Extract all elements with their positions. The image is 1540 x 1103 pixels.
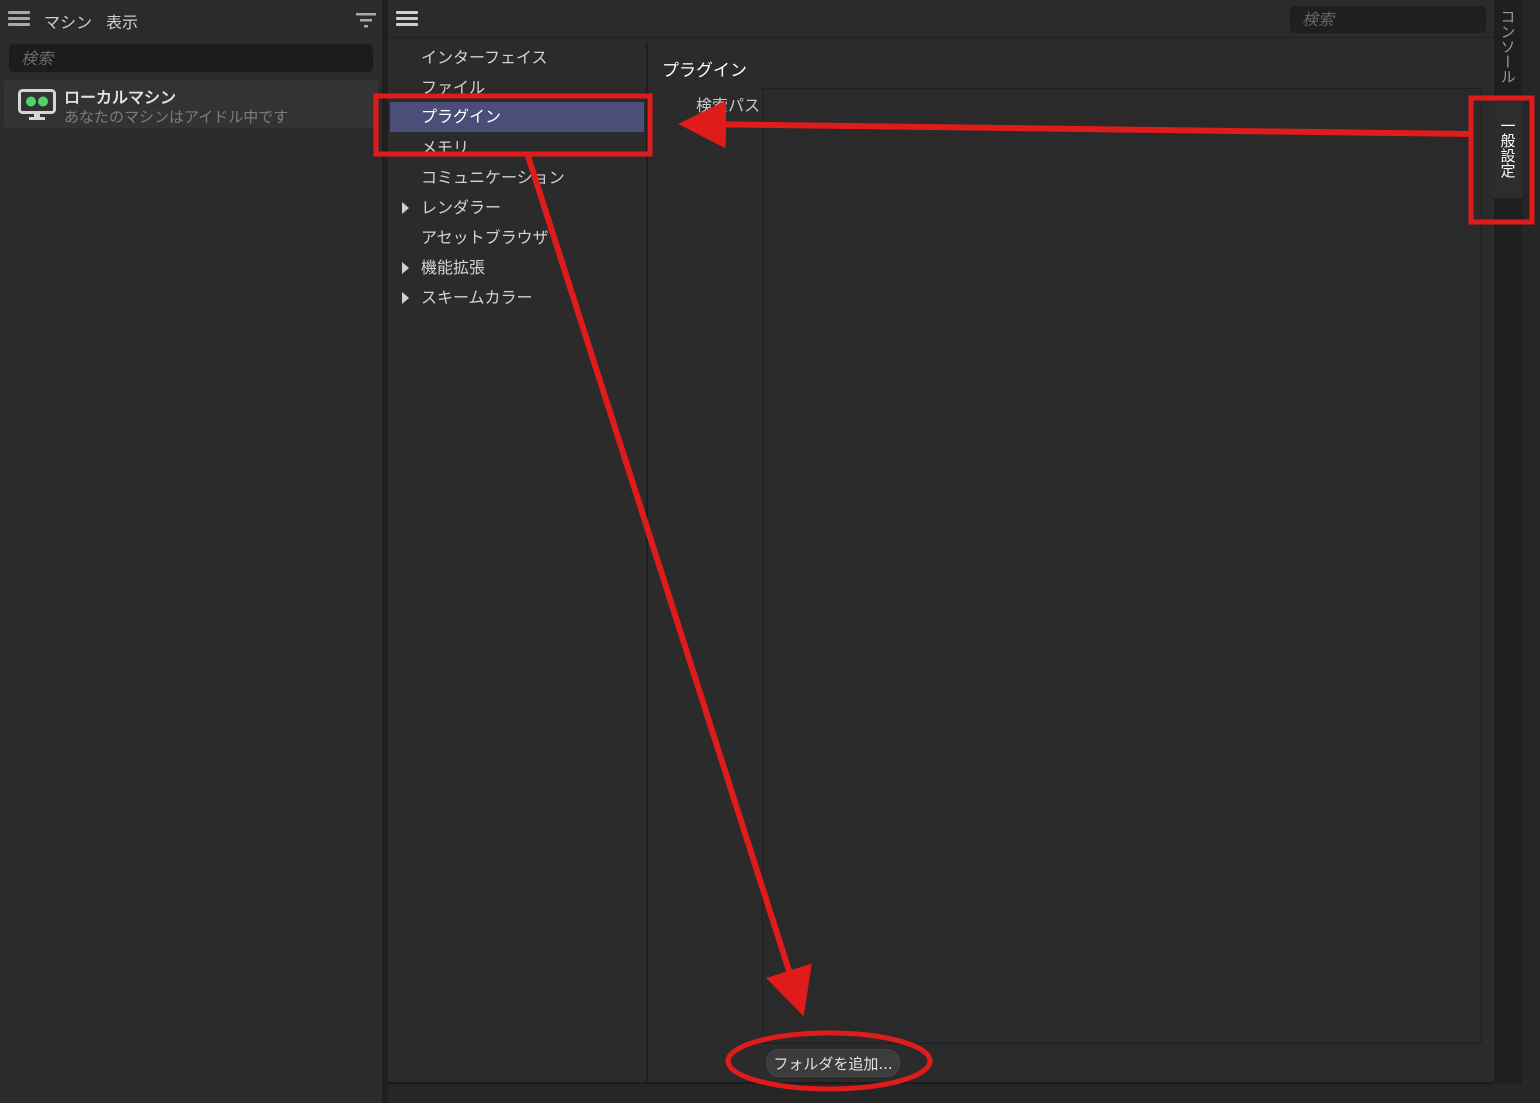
category-extensions[interactable]: 機能拡張 (388, 253, 646, 283)
machine-list-item[interactable]: ローカルマシン あなたのマシンはアイドル中です (4, 80, 378, 128)
tab-label: コンソール (1498, 8, 1517, 84)
category-label: ファイル (421, 78, 486, 97)
category-interface[interactable]: インターフェイス (388, 43, 646, 73)
category-label: アセットブラウザ (421, 228, 549, 247)
category-communication[interactable]: コミュニケーション (388, 163, 646, 193)
side-tab-strip: コンソール 一般設定 (1494, 0, 1522, 1084)
category-scheme-colors[interactable]: スキームカラー (388, 283, 646, 313)
machine-status: あなたのマシンはアイドル中です (64, 108, 289, 126)
expand-arrow-icon[interactable] (402, 202, 409, 214)
tab-general-settings[interactable]: 一般設定 (1494, 98, 1522, 198)
category-renderer[interactable]: レンダラー (388, 193, 646, 223)
machine-panel-toolbar: マシン 表示 (0, 0, 382, 38)
settings-window: インターフェイス ファイル プラグイン メモリ コミュニケーション レンダラー … (388, 0, 1494, 1084)
machine-search-input[interactable] (9, 44, 373, 72)
hamburger-menu-icon[interactable] (8, 11, 30, 27)
settings-category-list: インターフェイス ファイル プラグイン メモリ コミュニケーション レンダラー … (388, 42, 648, 1082)
category-files[interactable]: ファイル (388, 73, 646, 103)
page-title: プラグイン (662, 61, 747, 81)
settings-search-input[interactable] (1290, 6, 1486, 33)
machine-panel: マシン 表示 ローカルマシン あなたのマシンはアイドル中です (0, 0, 382, 1103)
hamburger-menu-icon[interactable] (396, 11, 418, 27)
settings-header (388, 0, 1494, 38)
menu-view[interactable]: 表示 (106, 9, 138, 33)
filter-icon[interactable] (355, 12, 377, 28)
plugin-settings-content: プラグイン 検索パス フォルダを追加... (650, 42, 1494, 1082)
category-label: インターフェイス (421, 48, 548, 67)
category-label: メモリ (421, 138, 470, 157)
menu-machine[interactable]: マシン (44, 9, 92, 33)
expand-arrow-icon[interactable] (402, 262, 409, 274)
search-path-list[interactable] (762, 88, 1482, 1044)
category-label: レンダラー (421, 198, 502, 217)
category-label: スキームカラー (421, 288, 533, 307)
category-label: コミュニケーション (421, 168, 565, 187)
category-memory[interactable]: メモリ (388, 133, 646, 163)
category-label: 機能拡張 (421, 258, 486, 277)
tab-console[interactable]: コンソール (1494, 0, 1522, 92)
category-label: プラグイン (421, 107, 502, 126)
monitor-icon (18, 89, 56, 120)
machine-name: ローカルマシン (64, 88, 177, 107)
expand-arrow-icon[interactable] (402, 292, 409, 304)
add-folder-button[interactable]: フォルダを追加... (766, 1049, 900, 1077)
category-asset-browser[interactable]: アセットブラウザ (388, 223, 646, 253)
search-path-label: 検索パス (696, 96, 761, 115)
category-plugins[interactable]: プラグイン (390, 102, 644, 132)
tab-label: 一般設定 (1498, 118, 1517, 178)
